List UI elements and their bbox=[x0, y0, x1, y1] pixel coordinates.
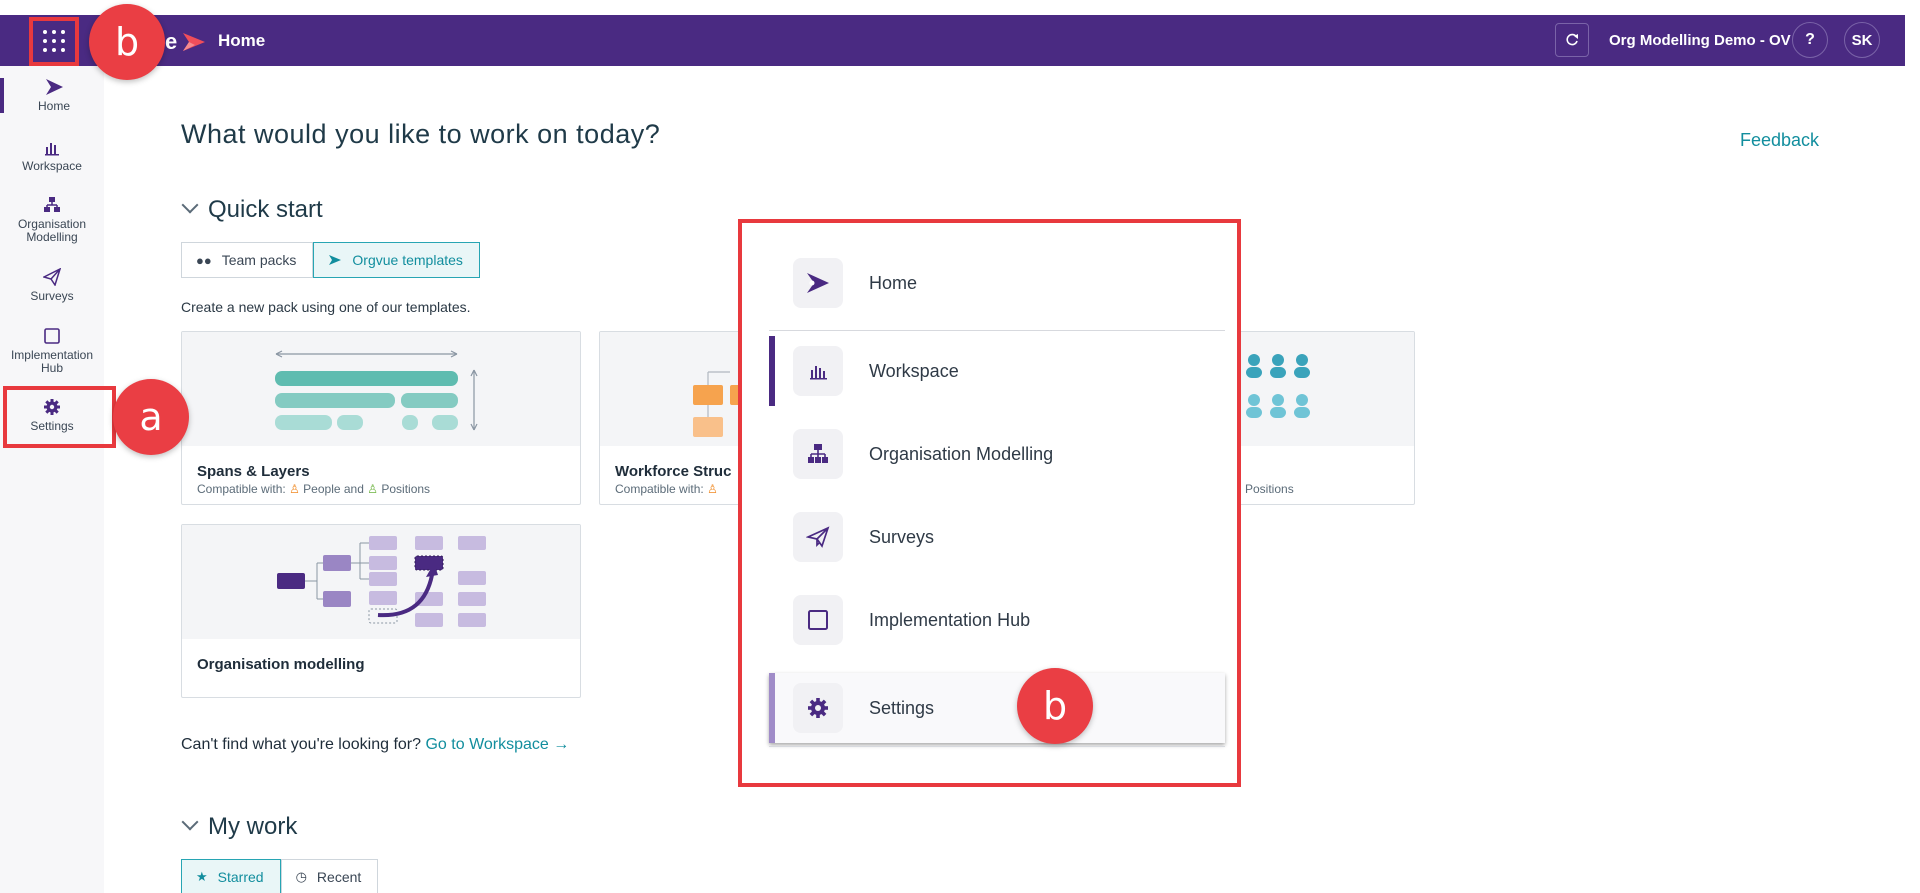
tab-orgvue-templates[interactable]: Orgvue templates bbox=[313, 242, 480, 278]
highlight-box-menu bbox=[738, 219, 1241, 787]
person-icon: ♙ bbox=[707, 482, 718, 496]
highlight-box-app-launcher bbox=[29, 17, 79, 66]
card-compatibility: Compatible with: ♙ People and ♙ Position… bbox=[197, 482, 431, 496]
history-icon: ◷ bbox=[295, 869, 307, 884]
star-icon: ★ bbox=[196, 869, 208, 884]
sidebar-item-implementation-hub[interactable]: Implementation Hub bbox=[0, 327, 104, 375]
card-title: Spans & Layers bbox=[197, 463, 310, 480]
chevron-down-icon bbox=[181, 813, 199, 831]
sidebar-item-workspace[interactable]: Workspace bbox=[0, 138, 104, 173]
chevron-down-icon bbox=[181, 196, 199, 214]
callout-b-menu: b bbox=[1017, 668, 1093, 744]
sidebar-item-home[interactable]: Home bbox=[0, 78, 104, 113]
highlight-box-settings bbox=[3, 386, 116, 448]
card-illustration bbox=[182, 525, 580, 639]
template-card-organisation-modelling[interactable]: Organisation modelling bbox=[181, 524, 581, 698]
sidebar-item-organisation-modelling[interactable]: Organisation Modelling bbox=[0, 196, 104, 244]
org-selector[interactable]: Org Modelling Demo - OV bbox=[1609, 32, 1791, 49]
position-icon: ♙ bbox=[367, 482, 379, 496]
app-logo[interactable]: e bbox=[165, 29, 205, 55]
templates-hint: Create a new pack using one of our templ… bbox=[181, 299, 471, 315]
tab-team-packs[interactable]: ●● Team packs bbox=[181, 242, 314, 278]
quick-start-tabs: ●● Team packs Orgvue templates bbox=[181, 242, 480, 278]
main-heading: What would you like to work on today? bbox=[181, 119, 661, 149]
paper-plane-icon bbox=[43, 268, 61, 286]
sidebar: Home Workspace Organisation Modelling Su… bbox=[0, 66, 104, 893]
callout-a: a bbox=[113, 379, 189, 455]
orgvue-logo-icon bbox=[183, 33, 205, 51]
quick-start-toggle[interactable]: Quick start bbox=[181, 196, 323, 224]
org-chart-icon bbox=[44, 197, 60, 212]
card-title: Organisation modelling bbox=[197, 656, 365, 673]
avatar[interactable]: SK bbox=[1844, 22, 1880, 58]
sidebar-item-surveys[interactable]: Surveys bbox=[0, 268, 104, 303]
card-compatibility: Positions bbox=[1245, 482, 1294, 496]
help-button[interactable]: ? bbox=[1792, 22, 1828, 58]
card-illustration bbox=[182, 332, 580, 446]
page-title: Home bbox=[218, 31, 266, 50]
refresh-button[interactable] bbox=[1555, 23, 1589, 57]
top-bar: e Home Org Modelling Demo - OV ? SK bbox=[0, 15, 1905, 66]
card-compatibility: Compatible with: ♙ bbox=[615, 482, 718, 496]
square-icon bbox=[44, 328, 60, 344]
bar-chart-icon bbox=[45, 143, 59, 156]
home-logo-icon bbox=[46, 79, 63, 95]
callout-b-top: b bbox=[89, 4, 165, 80]
person-icon: ♙ bbox=[289, 482, 300, 496]
template-card-spans-layers[interactable]: Spans & Layers Compatible with: ♙ People… bbox=[181, 331, 581, 505]
refresh-icon bbox=[1566, 33, 1578, 46]
orgvue-logo-icon bbox=[329, 255, 342, 265]
go-to-workspace-link[interactable]: Go to Workspace → bbox=[425, 736, 569, 753]
tab-starred[interactable]: ★ Starred bbox=[181, 859, 281, 893]
workspace-prompt: Can't find what you're looking for? Go t… bbox=[181, 736, 570, 753]
my-work-toggle[interactable]: My work bbox=[181, 813, 297, 841]
people-icon: ●● bbox=[196, 252, 212, 268]
feedback-link[interactable]: Feedback bbox=[1740, 130, 1819, 151]
card-title: Workforce Struc bbox=[615, 463, 732, 480]
my-work-tabs: ★ Starred ◷ Recent bbox=[181, 859, 379, 893]
tab-recent[interactable]: ◷ Recent bbox=[280, 859, 379, 893]
